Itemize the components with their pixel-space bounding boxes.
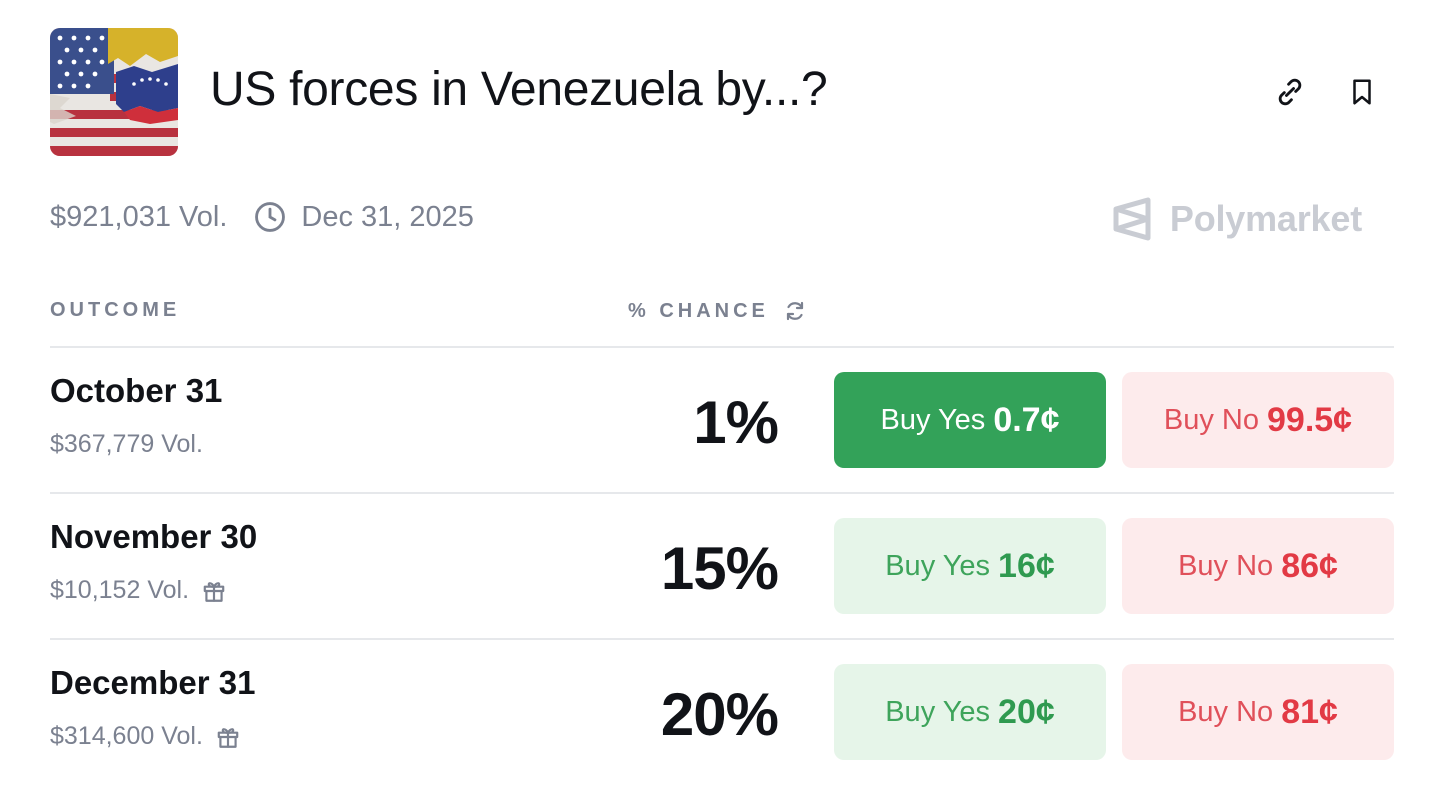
- buy-yes-label: Buy Yes: [885, 695, 991, 728]
- column-header-outcome: OUTCOME: [50, 299, 181, 321]
- gift-icon[interactable]: [215, 724, 241, 750]
- buy-no-label: Buy No: [1163, 403, 1259, 436]
- outcome-row-december-31[interactable]: December 31 $314,600 Vol. 20% Buy Yes 20…: [0, 640, 1438, 786]
- market-meta: $921,031 Vol. Dec 31, 2025: [50, 200, 474, 234]
- bookmark-icon[interactable]: [1342, 72, 1382, 112]
- link-icon[interactable]: [1270, 72, 1310, 112]
- buy-yes-price: 0.7¢: [993, 400, 1060, 439]
- market-volume: $921,031 Vol.: [50, 200, 228, 233]
- buy-no-price: 81¢: [1281, 692, 1338, 731]
- buy-no-button[interactable]: Buy No 99.5¢: [1122, 372, 1394, 468]
- flags-image: [50, 28, 178, 156]
- polymarket-brand: Polymarket: [1112, 196, 1362, 242]
- buy-yes-label: Buy Yes: [885, 549, 991, 582]
- market-end-date: Dec 31, 2025: [301, 200, 474, 233]
- outcome-volume-line: $10,152 Vol.: [50, 576, 227, 605]
- outcome-chance: 20%: [660, 681, 779, 748]
- buy-no-button[interactable]: Buy No 86¢: [1122, 518, 1394, 614]
- outcome-row-october-31[interactable]: October 31 $367,779 Vol. 1% Buy Yes 0.7¢…: [0, 348, 1438, 494]
- column-header-chance: % CHANCE: [628, 299, 807, 323]
- outcome-chance: 1%: [693, 389, 779, 456]
- buy-no-price: 99.5¢: [1267, 400, 1353, 439]
- outcome-volume: $10,152 Vol.: [50, 576, 190, 604]
- buy-no-button[interactable]: Buy No 81¢: [1122, 664, 1394, 760]
- buy-yes-button[interactable]: Buy Yes 20¢: [834, 664, 1106, 760]
- column-header-chance-label: % CHANCE: [628, 299, 769, 322]
- outcome-name: December 31: [50, 664, 256, 701]
- buy-no-price: 86¢: [1281, 546, 1338, 585]
- buy-no-label: Buy No: [1178, 549, 1274, 582]
- buy-yes-button[interactable]: Buy Yes 16¢: [834, 518, 1106, 614]
- buy-yes-label: Buy Yes: [880, 403, 986, 436]
- buy-yes-price: 20¢: [998, 692, 1055, 731]
- buy-yes-price: 16¢: [998, 546, 1055, 585]
- brand-name: Polymarket: [1169, 198, 1362, 239]
- market-thumbnail: [50, 28, 178, 156]
- refresh-icon[interactable]: [783, 299, 807, 323]
- buy-yes-button[interactable]: Buy Yes 0.7¢: [834, 372, 1106, 468]
- outcome-volume-line: $314,600 Vol.: [50, 722, 241, 751]
- polymarket-logo: [1113, 197, 1151, 241]
- outcome-name: November 30: [50, 518, 258, 555]
- clock-icon: [253, 200, 287, 234]
- outcome-volume-line: $367,779 Vol.: [50, 430, 203, 459]
- outcome-volume: $367,779 Vol.: [50, 430, 203, 458]
- gift-icon[interactable]: [201, 578, 227, 604]
- outcome-volume: $314,600 Vol.: [50, 722, 203, 750]
- outcome-name: October 31: [50, 372, 223, 409]
- outcome-row-november-30[interactable]: November 30 $10,152 Vol. 15% Buy Yes 16¢…: [0, 494, 1438, 640]
- market-title: US forces in Venezuela by...?: [210, 63, 828, 116]
- buy-no-label: Buy No: [1178, 695, 1274, 728]
- outcome-chance: 15%: [660, 535, 779, 602]
